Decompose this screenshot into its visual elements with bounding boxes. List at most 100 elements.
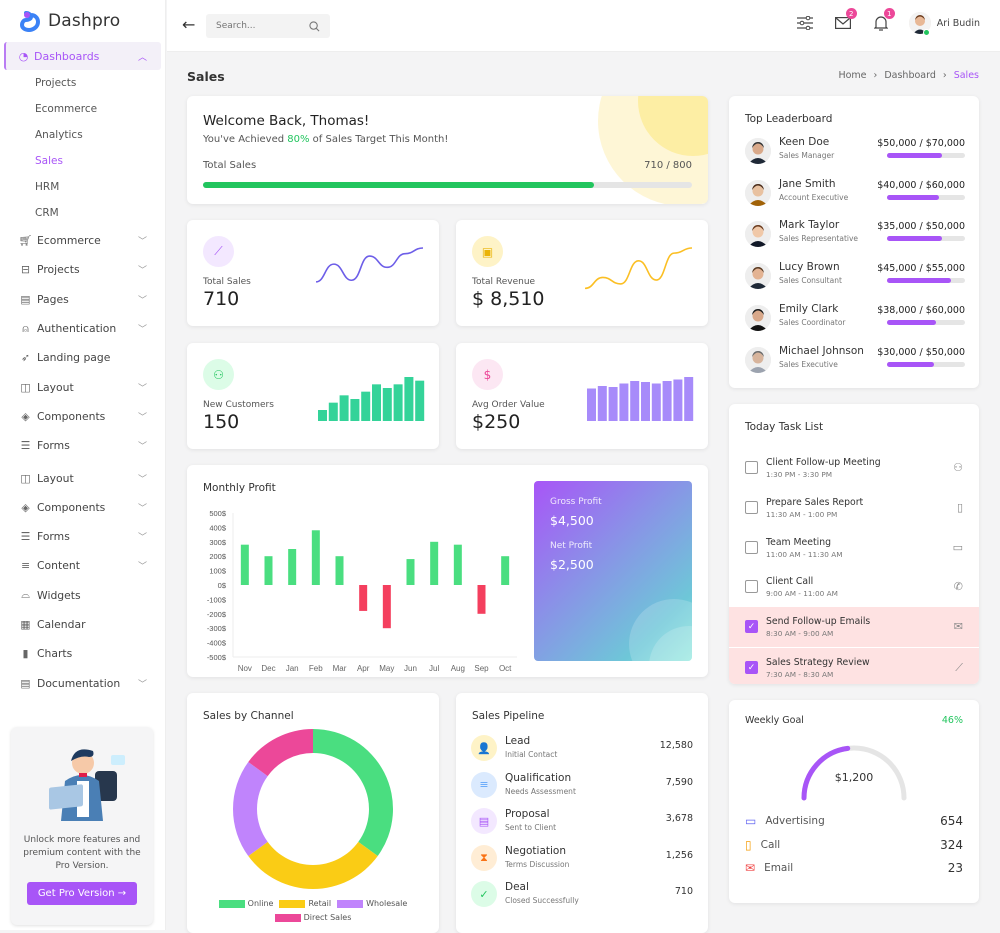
- search-input[interactable]: [216, 21, 296, 31]
- profit-bar-apr[interactable]: [359, 585, 368, 611]
- logo[interactable]: Dashpro: [0, 0, 165, 42]
- get-pro-button[interactable]: Get Pro Version →: [26, 882, 138, 905]
- leader-progress-bar: [887, 361, 965, 367]
- settings-sliders-icon[interactable]: [795, 13, 815, 33]
- sidebar-item-forms[interactable]: ☰ Forms ﹀: [0, 522, 165, 551]
- sidebar-item-components[interactable]: ◈ Components ﹀: [0, 493, 165, 522]
- chevron-down-icon: ﹀: [137, 266, 147, 277]
- x-tick-label: Nov: [238, 664, 252, 673]
- search-box[interactable]: [206, 14, 330, 38]
- sidebar-subitem-analytics[interactable]: Analytics: [0, 122, 165, 148]
- mail-badge: 2: [845, 8, 857, 19]
- breadcrumb-dashboard[interactable]: Dashboard: [884, 70, 936, 81]
- task-checkbox[interactable]: [745, 461, 758, 474]
- leader-role: Sales Executive: [779, 359, 838, 369]
- leader-progress-bar: [887, 194, 965, 200]
- pipeline-row: ≡ Qualification Needs Assessment 7,590: [471, 771, 693, 802]
- sidebar-subitem-hrm[interactable]: HRM: [0, 174, 165, 200]
- task-checkbox[interactable]: ✓: [745, 661, 758, 674]
- donut-slice-online[interactable]: [313, 729, 393, 857]
- user-menu[interactable]: Ari Budin: [908, 12, 980, 36]
- sidebar-item-content: ☰ Forms: [20, 530, 70, 543]
- sidebar-item-authentication[interactable]: ⍝ Authentication ﹀: [0, 314, 165, 343]
- sidebar-subitem-ecommerce[interactable]: Ecommerce: [0, 96, 165, 122]
- welcome-sub-text: You've Achieved: [203, 134, 288, 145]
- sidebar-item-charts[interactable]: ▮ Charts: [0, 639, 165, 668]
- leader-name: Emily Clark: [779, 302, 839, 315]
- sidebar-item-dashboards[interactable]: ◔ Dashboards ︿: [4, 42, 161, 70]
- sidebar-item-landing-page[interactable]: ➶ Landing page: [0, 343, 165, 372]
- legend-item-wholesale[interactable]: Wholesale: [337, 899, 407, 908]
- sparkline-bar: [587, 388, 596, 421]
- task-checkbox[interactable]: [745, 580, 758, 594]
- sidebar-item-pages[interactable]: ▤ Pages ﹀: [0, 285, 165, 314]
- breadcrumb-home[interactable]: Home: [838, 70, 866, 81]
- profit-bar-oct[interactable]: [501, 556, 510, 585]
- calendar-icon[interactable]: ▭: [953, 541, 963, 554]
- profit-bar-aug[interactable]: [453, 544, 462, 585]
- sidebar-item-layout[interactable]: ◫ Layout ﹀: [0, 463, 165, 492]
- legend-item-direct-sales[interactable]: Direct Sales: [274, 913, 352, 922]
- sidebar-item-projects[interactable]: ⊟ Projects ﹀: [0, 255, 165, 284]
- avatar: [745, 263, 771, 290]
- user-gear-icon[interactable]: ⚇: [953, 461, 963, 474]
- sidebar-item-ecommerce[interactable]: 🛒︎ Ecommerce ﹀: [0, 226, 165, 255]
- profit-bar-nov[interactable]: [240, 544, 249, 585]
- sidebar-item-forms[interactable]: ☰ Forms ﹀: [0, 431, 165, 460]
- stat-card-total-revenue: ▣ Total Revenue $ 8,510: [456, 220, 708, 326]
- mail-icon[interactable]: ✉: [954, 620, 963, 633]
- sidebar-item-content: ◈ Components: [20, 410, 105, 423]
- sidebar-subitem-crm[interactable]: CRM: [0, 200, 165, 226]
- donut-slice-wholesale[interactable]: [233, 761, 268, 857]
- sidebar-item-calendar[interactable]: ▦ Calendar: [0, 610, 165, 639]
- sidebar-item-content: ⊟ Projects: [20, 263, 80, 276]
- weekly-goal-row: ▭ Advertising 654: [745, 812, 963, 830]
- legend-item-online[interactable]: Online: [218, 899, 273, 908]
- pro-promo-card: Unlock more features and premium content…: [11, 727, 153, 925]
- legend-swatch: [218, 899, 245, 908]
- sidebar-item-content[interactable]: ≡ Content ﹀: [0, 551, 165, 580]
- task-name: Client Follow-up Meeting: [766, 457, 881, 468]
- task-name: Client Call: [766, 576, 814, 588]
- notification-button[interactable]: 1: [871, 8, 895, 33]
- phone-icon[interactable]: ✆: [954, 580, 963, 593]
- pipeline-value: 710: [674, 886, 693, 897]
- task-checkbox[interactable]: ✓: [745, 620, 758, 634]
- profit-bar-feb[interactable]: [311, 530, 320, 585]
- notification-badge: 1: [883, 8, 895, 19]
- sidebar-item-layout[interactable]: ◫ Layout ﹀: [0, 372, 165, 401]
- profit-bar-sep[interactable]: [477, 585, 486, 614]
- sidebar-item-widgets[interactable]: ⌓ Widgets: [0, 581, 165, 610]
- profit-bar-jan[interactable]: [288, 549, 297, 585]
- leader-amount: $30,000 / $50,000: [877, 346, 965, 358]
- legend-item-retail[interactable]: Retail: [279, 899, 331, 908]
- trend-icon[interactable]: ⟋: [955, 661, 963, 675]
- task-name: Team Meeting: [766, 536, 832, 548]
- leader-progress-bar: [887, 319, 965, 325]
- stat-label: Total Sales: [203, 277, 251, 287]
- leader-progress-bar: [887, 153, 965, 158]
- stat-label: Avg Order Value: [472, 400, 545, 410]
- report-icon[interactable]: ▯: [957, 501, 963, 514]
- pipeline-row: ▤ Proposal Sent to Client 3,678: [471, 808, 693, 838]
- leader-amount: $38,000 / $60,000: [877, 304, 965, 316]
- task-checkbox[interactable]: [745, 540, 758, 554]
- back-arrow-icon[interactable]: ←: [182, 15, 195, 34]
- search-icon[interactable]: [309, 20, 320, 32]
- profit-bar-dec[interactable]: [264, 556, 273, 585]
- donut-slice-retail[interactable]: [248, 841, 378, 889]
- sidebar-subitem-projects[interactable]: Projects: [0, 70, 165, 96]
- profit-bar-mar[interactable]: [335, 556, 344, 585]
- leader-progress-fill: [887, 278, 951, 284]
- legend-label: Direct Sales: [303, 913, 352, 922]
- donut-slice-direct-sales[interactable]: [248, 729, 313, 777]
- leader-progress-fill: [887, 361, 934, 367]
- task-checkbox[interactable]: [745, 500, 758, 514]
- profit-bar-jul[interactable]: [430, 541, 439, 585]
- profit-bar-jun[interactable]: [406, 559, 415, 585]
- mail-button[interactable]: 2: [833, 8, 857, 33]
- sidebar-item-documentation[interactable]: ▤ Documentation ﹀: [0, 668, 165, 697]
- sidebar-subitem-sales[interactable]: Sales: [0, 148, 165, 174]
- sidebar-item-components[interactable]: ◈ Components ﹀: [0, 402, 165, 431]
- profit-bar-may[interactable]: [382, 585, 391, 629]
